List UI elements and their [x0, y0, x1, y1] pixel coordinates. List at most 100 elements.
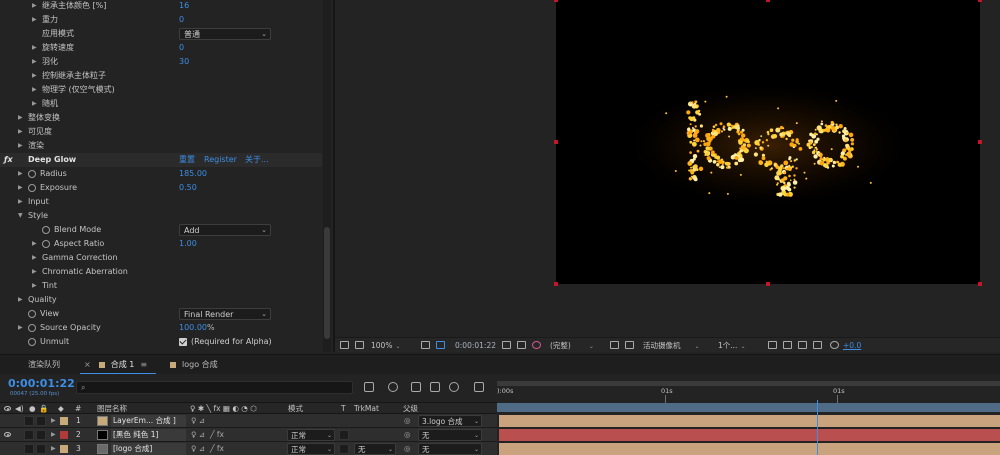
layer-solo-toggle[interactable]: [24, 444, 34, 454]
twirl-closed-icon[interactable]: ▶: [32, 13, 37, 27]
effect-property-row[interactable]: ▶ Exposure 0.50: [0, 181, 322, 195]
video-visibility-icon[interactable]: [4, 406, 11, 411]
canvas-handle[interactable]: [554, 140, 558, 144]
frame-blending-icon[interactable]: [430, 382, 440, 392]
motion-blur-icon[interactable]: [449, 382, 459, 392]
effect-property-row[interactable]: ▶ Aspect Ratio 1.00: [0, 237, 322, 251]
stopwatch-icon[interactable]: [28, 310, 36, 318]
layer-switches[interactable]: ♀ ⊿: [191, 442, 205, 455]
pickwhip-icon[interactable]: ◎: [404, 414, 411, 428]
effect-property-row[interactable]: View Final Render ⌄: [0, 307, 322, 321]
pickwhip-icon[interactable]: ◎: [404, 428, 411, 442]
current-timecode[interactable]: 0:00:01:22: [8, 377, 75, 390]
tab-render-queue[interactable]: 渲染队列: [12, 355, 76, 375]
fx-icon[interactable]: ƒx: [4, 153, 13, 167]
twirl-closed-icon[interactable]: ▶: [32, 69, 37, 83]
property-value[interactable]: 0: [179, 41, 184, 55]
canvas-handle[interactable]: [766, 0, 770, 2]
work-area-bar[interactable]: [497, 403, 1000, 412]
fit-icon[interactable]: [421, 341, 430, 349]
canvas-handle[interactable]: [978, 140, 982, 144]
pickwhip-icon[interactable]: ◎: [404, 442, 411, 455]
layer-twirl-icon[interactable]: ▶: [51, 414, 56, 428]
always-preview-icon[interactable]: [340, 341, 349, 349]
twirl-closed-icon[interactable]: ▶: [18, 181, 23, 195]
preserve-transparency-toggle[interactable]: [339, 444, 349, 454]
effect-property-row[interactable]: ▶ Quality: [0, 293, 322, 307]
preserve-transparency-toggle[interactable]: [339, 430, 349, 440]
effect-property-row[interactable]: ▶ 控制继承主体粒子: [0, 69, 322, 83]
about-link[interactable]: 关于...: [245, 153, 269, 167]
layer-label-color[interactable]: [60, 417, 68, 425]
twirl-closed-icon[interactable]: ▶: [32, 41, 37, 55]
tab-comp-1[interactable]: × 合成 1 ≡: [80, 355, 156, 375]
effect-property-row[interactable]: ▶ 可见度: [0, 125, 322, 139]
fast-preview-icon[interactable]: [783, 341, 792, 349]
stopwatch-icon[interactable]: [42, 240, 50, 248]
effects-scrollbar-thumb[interactable]: [324, 227, 330, 339]
layer-duration-bar[interactable]: [499, 443, 1000, 455]
twirl-closed-icon[interactable]: ▶: [18, 195, 23, 209]
twirl-closed-icon[interactable]: ▶: [32, 0, 37, 13]
twirl-open-icon[interactable]: ▼: [18, 209, 23, 223]
parent-dropdown[interactable]: 无 ⌄: [418, 429, 482, 441]
effect-property-row[interactable]: ▶ Source Opacity 100.00%: [0, 321, 322, 335]
effect-property-row[interactable]: ▶ 随机: [0, 97, 322, 111]
blend-mode-dropdown[interactable]: 正常 ⌄: [287, 429, 335, 441]
stopwatch-icon[interactable]: [42, 226, 50, 234]
mask-visibility-icon[interactable]: [436, 341, 445, 349]
layer-label-color[interactable]: [60, 431, 68, 439]
layer-solo-toggle[interactable]: [24, 416, 34, 426]
close-icon[interactable]: ×: [84, 360, 91, 369]
stopwatch-icon[interactable]: [28, 184, 36, 192]
effect-property-row[interactable]: ▶ Chromatic Aberration: [0, 265, 322, 279]
twirl-closed-icon[interactable]: ▶: [32, 55, 37, 69]
twirl-closed-icon[interactable]: ▶: [18, 167, 23, 181]
channel-icon[interactable]: [532, 341, 541, 349]
views-dropdown[interactable]: 1个... ⌄: [718, 340, 745, 351]
twirl-closed-icon[interactable]: ▶: [32, 279, 37, 293]
twirl-closed-icon[interactable]: ▶: [32, 237, 37, 251]
layer-twirl-icon[interactable]: ▶: [51, 428, 56, 442]
layer-row[interactable]: ▶ 2 [黑色 纯色 1] ♀ ⊿ ╱ fx 正常 ⌄ ◎ 无 ⌄: [0, 428, 1000, 442]
layer-fx-switch[interactable]: ╱ fx: [210, 442, 224, 455]
property-value[interactable]: 1.00: [179, 237, 197, 251]
effect-property-row[interactable]: ▶ 重力 0: [0, 13, 322, 27]
property-value[interactable]: 185.00: [179, 167, 207, 181]
timeline-icon[interactable]: [798, 341, 807, 349]
effect-property-row[interactable]: Unmult (Required for Alpha): [0, 335, 322, 349]
canvas-handle[interactable]: [766, 282, 770, 286]
transparency-grid-icon[interactable]: [625, 341, 634, 349]
canvas-handle[interactable]: [978, 0, 982, 2]
tab-logo-comp[interactable]: logo 合成: [170, 355, 240, 375]
layer-lock-toggle[interactable]: [36, 444, 46, 454]
layer-name[interactable]: [黑色 纯色 1]: [111, 429, 186, 441]
parent-dropdown[interactable]: 无 ⌄: [418, 443, 482, 455]
effect-property-row[interactable]: ▶ Tint: [0, 279, 322, 293]
property-value[interactable]: 0.50: [179, 181, 197, 195]
layer-switches[interactable]: ♀ ⊿: [191, 414, 205, 428]
graph-editor-icon[interactable]: [474, 382, 484, 392]
time-ruler[interactable]: ):00s 01s 01s: [497, 377, 1000, 413]
canvas-handle[interactable]: [554, 282, 558, 286]
monitor-icon[interactable]: [355, 341, 364, 349]
region-of-interest-icon[interactable]: [610, 341, 619, 349]
layer-name[interactable]: LayerEm... 合成 ]: [111, 415, 186, 427]
layer-name[interactable]: [logo 合成]: [111, 443, 186, 455]
comp-mini-flowchart-icon[interactable]: [364, 382, 374, 392]
effect-property-row[interactable]: ▶ Input: [0, 195, 322, 209]
shy-layers-icon[interactable]: [411, 382, 421, 392]
twirl-closed-icon[interactable]: ▶: [18, 321, 23, 335]
toggle-pixel-aspect-icon[interactable]: [768, 341, 777, 349]
twirl-closed-icon[interactable]: ▶: [18, 139, 23, 153]
layer-lock-toggle[interactable]: [36, 430, 46, 440]
layer-solo-toggle[interactable]: [24, 430, 34, 440]
effect-property-row[interactable]: ▼ Style: [0, 209, 322, 223]
resolution-dropdown[interactable]: (完整) ⌄: [550, 340, 594, 351]
twirl-closed-icon[interactable]: ▶: [18, 125, 23, 139]
exposure-value[interactable]: +0.0: [843, 340, 861, 351]
twirl-closed-icon[interactable]: ▶: [32, 97, 37, 111]
layer-switches[interactable]: ♀ ⊿: [191, 428, 205, 442]
layer-twirl-icon[interactable]: ▶: [51, 442, 56, 455]
stopwatch-icon[interactable]: [28, 324, 36, 332]
